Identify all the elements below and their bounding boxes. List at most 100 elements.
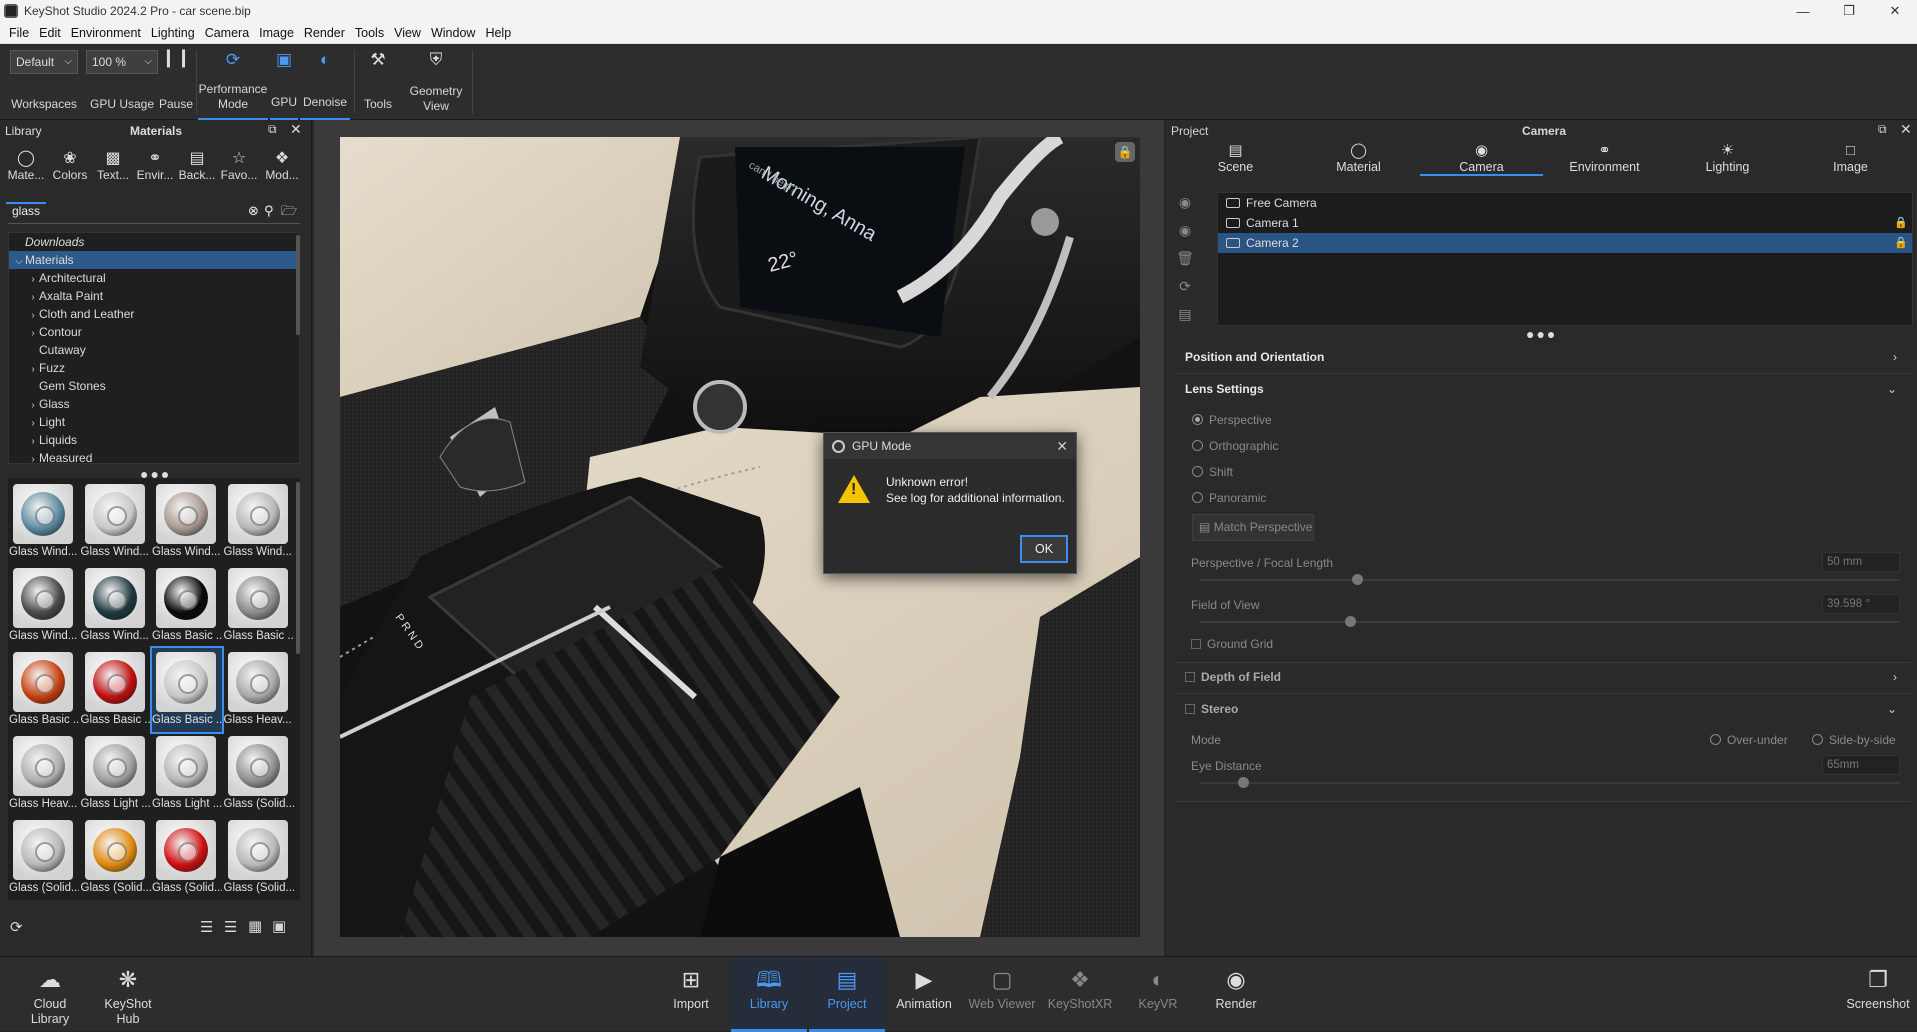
undock-icon[interactable]: ⧉	[268, 122, 277, 137]
lock-icon[interactable]: 🔒	[1894, 233, 1908, 253]
lock-icon[interactable]: 🔒	[1894, 213, 1908, 233]
radio-over-under[interactable]: Over-under	[1710, 733, 1788, 747]
cloud-library-button[interactable]: ☁ Cloud Library	[20, 957, 80, 1032]
menu-render[interactable]: Render	[299, 22, 350, 44]
close-icon[interactable]: ✕	[1900, 121, 1912, 138]
geometry-view-button[interactable]: ⛨ Geometry View	[402, 44, 470, 120]
material-thumbnail[interactable]: Glass Wind...	[9, 564, 79, 648]
list-view-icon[interactable]: ☰	[200, 918, 213, 936]
tree-item[interactable]: › Measured	[9, 449, 299, 463]
material-thumbnail[interactable]: Glass Basic ...	[81, 648, 151, 732]
add-camera-icon[interactable]: ◉	[1176, 194, 1194, 210]
performance-mode-button[interactable]: ⟳ Performance Mode	[198, 44, 268, 120]
ok-button[interactable]: OK	[1020, 535, 1068, 563]
slider-knob[interactable]	[1352, 574, 1363, 585]
keyshot-hub-button[interactable]: ❋ KeyShot Hub	[98, 957, 158, 1032]
camera-list-item[interactable]: Free Camera	[1218, 193, 1912, 213]
tree-item[interactable]: › Axalta Paint	[9, 287, 299, 305]
material-thumbnail[interactable]: Glass Basic ...	[9, 648, 79, 732]
tab-material[interactable]: ◯ Material	[1297, 142, 1420, 176]
close-icon[interactable]: ✕	[1056, 433, 1068, 459]
tree-item[interactable]: › Contour	[9, 323, 299, 341]
screenshot-button[interactable]: ❐ Screenshot	[1840, 957, 1916, 1032]
tab-favorites[interactable]: ☆ Favo...	[219, 144, 259, 204]
tab-lighting[interactable]: ☀ Lighting	[1666, 142, 1789, 176]
tab-materials[interactable]: ◯ Mate...	[6, 144, 46, 204]
match-perspective-button[interactable]: ▤ Match Perspective	[1192, 514, 1314, 541]
menu-camera[interactable]: Camera	[200, 22, 254, 44]
material-thumbnail[interactable]: Glass Wind...	[9, 480, 79, 564]
eye-distance-field[interactable]: 65mm	[1822, 755, 1900, 775]
keyvr-button[interactable]: ◐ KeyVR	[1120, 957, 1196, 1032]
tree-item[interactable]: Gem Stones	[9, 377, 299, 395]
material-thumbnail[interactable]: Glass Wind...	[81, 480, 151, 564]
splitter-handle[interactable]: ●●●	[1526, 326, 1557, 342]
tree-item[interactable]: › Light	[9, 413, 299, 431]
workspaces-button[interactable]: Workspaces	[8, 44, 80, 120]
ground-grid-checkbox[interactable]: Ground Grid	[1191, 637, 1273, 651]
menu-environment[interactable]: Environment	[66, 22, 146, 44]
material-thumbnail[interactable]: Glass Light ...	[152, 732, 222, 816]
fov-field[interactable]: 39.598 °	[1822, 594, 1900, 614]
radio-side-by-side[interactable]: Side-by-side	[1812, 733, 1896, 747]
chevron-right-icon[interactable]: ›	[27, 451, 39, 463]
tab-colors[interactable]: ❀ Colors	[50, 144, 90, 204]
restore-icon[interactable]: ❐	[1826, 0, 1872, 22]
eye-distance-slider[interactable]	[1200, 777, 1900, 788]
library-button[interactable]: 🕮 Library	[731, 957, 807, 1032]
tree-scrollbar[interactable]	[296, 235, 300, 335]
menu-lighting[interactable]: Lighting	[146, 22, 200, 44]
library-search-input[interactable]: glass ⊗ ⚲ 🗁	[8, 200, 300, 224]
tab-models[interactable]: ❖ Mod...	[262, 144, 302, 204]
tree-item[interactable]: › Liquids	[9, 431, 299, 449]
duplicate-camera-icon[interactable]: ◉	[1176, 222, 1194, 238]
slider-knob[interactable]	[1238, 777, 1249, 788]
gpu-button[interactable]: ▣ GPU	[270, 44, 298, 120]
gpu-usage-button[interactable]: GPU Usage	[86, 44, 158, 120]
project-button[interactable]: ▤ Project	[809, 957, 885, 1032]
material-thumbnail[interactable]: Glass Basic ...	[152, 564, 222, 648]
render-button[interactable]: ◉ Render	[1198, 957, 1274, 1032]
material-thumbnail[interactable]: Glass (Solid...	[9, 816, 79, 900]
radio-perspective[interactable]: Perspective	[1192, 413, 1272, 427]
material-thumbnail[interactable]: Glass Basic ...	[224, 564, 294, 648]
minimize-icon[interactable]: —	[1780, 0, 1826, 22]
camera-list-item[interactable]: Camera 1 🔒	[1218, 213, 1912, 233]
tree-item[interactable]: › Glass	[9, 395, 299, 413]
lock-camera-icon[interactable]: 🔒	[1115, 142, 1135, 162]
large-grid-icon[interactable]: ▣	[272, 917, 286, 935]
material-thumbnail[interactable]: Glass (Solid...	[224, 732, 294, 816]
menu-file[interactable]: File	[4, 22, 34, 44]
clear-search-icon[interactable]: ⊗	[248, 203, 259, 219]
tab-camera[interactable]: ◉ Camera	[1420, 142, 1543, 176]
material-thumbnail[interactable]: Glass Light ...	[81, 732, 151, 816]
menu-window[interactable]: Window	[426, 22, 480, 44]
radio-orthographic[interactable]: Orthographic	[1192, 439, 1278, 453]
focal-length-field[interactable]: 50 mm	[1822, 552, 1900, 572]
camera-list-item[interactable]: Camera 2 🔒	[1218, 233, 1912, 253]
close-icon[interactable]: ✕	[1872, 0, 1917, 22]
denoise-button[interactable]: ◐ Denoise	[300, 44, 350, 120]
depth-of-field-section[interactable]: Depth of Field ›	[1175, 663, 1911, 691]
tab-textures[interactable]: ▩ Text...	[93, 144, 133, 204]
tab-environments[interactable]: ⚭ Envir...	[135, 144, 175, 204]
material-thumbnail[interactable]: Glass (Solid...	[224, 816, 294, 900]
search-icon[interactable]: ⚲	[264, 203, 274, 219]
dof-checkbox[interactable]	[1185, 672, 1195, 682]
stereo-section[interactable]: Stereo ⌄	[1175, 695, 1911, 723]
tree-item[interactable]: Downloads	[9, 233, 299, 251]
close-icon[interactable]: ✕	[290, 121, 302, 138]
detail-list-icon[interactable]: ☰	[224, 918, 237, 936]
menu-view[interactable]: View	[389, 22, 426, 44]
import-button[interactable]: ⊞ Import	[660, 957, 722, 1032]
material-thumbnail[interactable]: Glass (Solid...	[152, 816, 222, 900]
material-thumbnail[interactable]: Glass Basic ...	[150, 646, 224, 734]
material-thumbnail[interactable]: Glass Wind...	[152, 480, 222, 564]
position-orientation-section[interactable]: Position and Orientation ›	[1175, 343, 1911, 371]
menu-help[interactable]: Help	[480, 22, 516, 44]
menu-edit[interactable]: Edit	[34, 22, 66, 44]
tab-environment[interactable]: ⚭ Environment	[1543, 142, 1666, 176]
tab-image[interactable]: □ Image	[1789, 142, 1912, 176]
animation-button[interactable]: ▶ Animation	[886, 957, 962, 1032]
lens-settings-section[interactable]: Lens Settings ⌄	[1175, 375, 1911, 403]
